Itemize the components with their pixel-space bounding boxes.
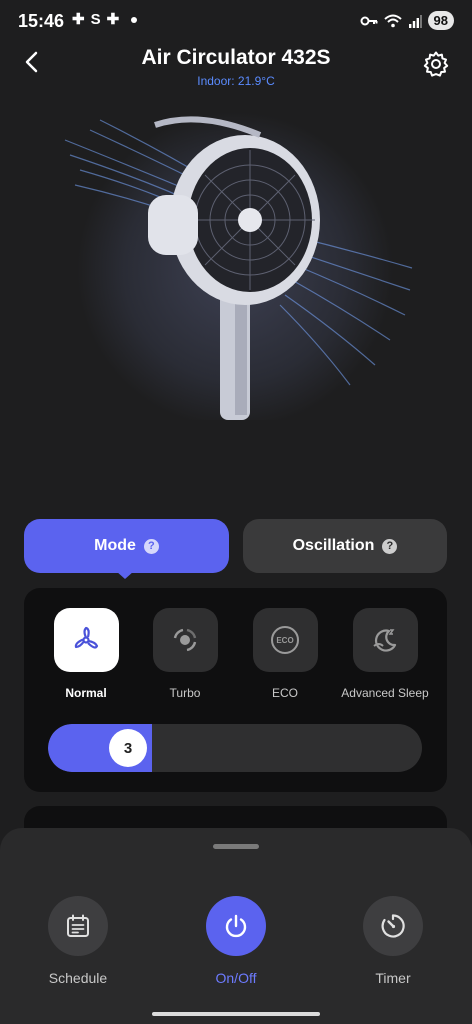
schedule-circle[interactable] — [48, 896, 108, 956]
mode-normal[interactable]: Normal — [36, 608, 136, 700]
tab-mode-label: Mode — [94, 537, 136, 554]
fan-speed-slider[interactable]: 3 — [48, 724, 422, 772]
s-icon: S — [90, 11, 101, 28]
mode-advanced-sleep-tile[interactable] — [352, 608, 418, 672]
turbo-icon — [173, 628, 197, 652]
notification-icon: ✚ — [106, 11, 120, 28]
active-tab-pointer — [116, 571, 134, 579]
schedule-button[interactable]: Schedule — [28, 896, 128, 986]
power-circle[interactable] — [206, 896, 266, 956]
gear-icon[interactable] — [422, 50, 450, 78]
mode-eco-tile[interactable]: ECO — [252, 608, 318, 672]
fan-icon — [74, 626, 99, 649]
tab-mode[interactable]: Mode ? — [24, 519, 229, 573]
mode-advanced-sleep-label: Advanced Sleep — [341, 686, 429, 700]
status-time: 15:46 — [18, 11, 65, 31]
mode-normal-label: Normal — [65, 686, 107, 700]
tab-oscillation[interactable]: Oscillation ? — [243, 519, 447, 573]
fan-illustration — [64, 112, 413, 420]
signal-icon — [408, 14, 422, 28]
mode-turbo-tile[interactable] — [152, 608, 218, 672]
dot-icon — [131, 17, 138, 23]
drag-handle[interactable] — [213, 844, 259, 849]
battery-indicator: 98 — [427, 11, 454, 30]
mode-turbo[interactable]: Turbo — [135, 608, 235, 700]
status-right-icons: 98 — [360, 11, 454, 30]
status-left-icons: ✚ S ✚ — [72, 11, 138, 28]
key-icon — [360, 16, 378, 25]
eco-badge-text: ECO — [276, 635, 294, 645]
mode-eco-label: ECO — [271, 686, 298, 700]
indoor-temperature: Indoor: 21.9°C — [197, 74, 275, 88]
home-indicator — [152, 1012, 320, 1016]
tab-oscillation-label: Oscillation — [292, 537, 375, 554]
fan-speed-thumb[interactable]: 3 — [109, 729, 147, 767]
calendar-icon — [67, 914, 89, 937]
app-header: Air Circulator 432S Indoor: 21.9°C — [0, 42, 472, 92]
wifi-icon — [383, 14, 402, 27]
timer-label: Timer — [375, 970, 411, 986]
timer-icon — [381, 914, 405, 938]
power-icon — [225, 914, 247, 938]
timer-circle[interactable] — [363, 896, 423, 956]
sleep-icon — [373, 629, 397, 652]
mode-eco[interactable]: ECO ECO — [235, 608, 335, 700]
mode-normal-tile[interactable] — [53, 608, 119, 672]
mode-advanced-sleep[interactable]: Advanced Sleep — [335, 608, 435, 700]
help-icon[interactable]: ? — [143, 538, 159, 554]
mode-turbo-label: Turbo — [169, 686, 201, 700]
status-bar: 15:46 ✚ S ✚ 98 — [0, 0, 472, 42]
timer-button[interactable]: Timer — [343, 896, 443, 986]
page-title: Air Circulator 432S — [141, 46, 331, 69]
power-label: On/Off — [215, 970, 257, 986]
schedule-label: Schedule — [48, 970, 108, 986]
eco-icon: ECO — [271, 626, 299, 654]
bottom-sheet: Schedule On/Off Timer — [0, 828, 472, 1024]
power-button[interactable]: On/Off — [186, 896, 286, 986]
mode-panel: Normal Turbo ECO ECO Advanced Sleep 3 — [24, 588, 447, 792]
help-icon[interactable]: ? — [382, 538, 398, 554]
notification-icon: ✚ — [72, 11, 85, 28]
